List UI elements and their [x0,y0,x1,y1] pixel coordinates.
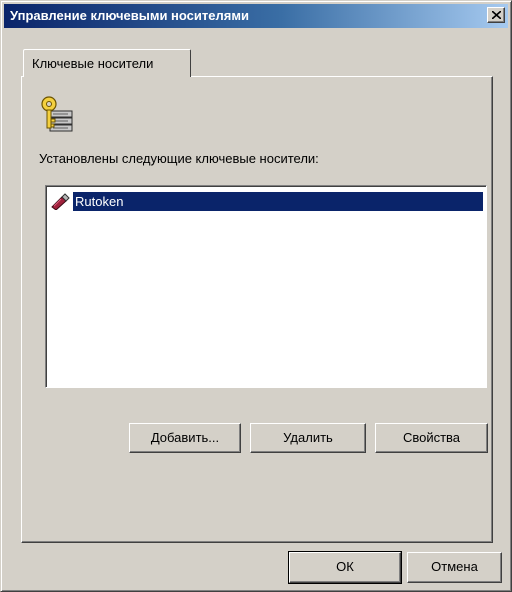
title-bar[interactable]: Управление ключевыми носителями [4,4,508,28]
key-carriers-list[interactable]: Rutoken [45,185,487,388]
remove-button[interactable]: Удалить [250,423,366,453]
tab-panel: Установлены следующие ключевые носители:… [21,76,493,543]
key-storage-icon [41,96,73,132]
cancel-button[interactable]: Отмена [407,552,502,583]
dialog-window: Управление ключевыми носителями Ключевые… [0,0,512,592]
list-item-rutoken[interactable]: Rutoken [49,192,483,211]
tab-key-carriers-label: Ключевые носители [32,56,154,71]
installed-devices-label: Установлены следующие ключевые носители: [39,151,319,166]
window-title: Управление ключевыми носителями [10,8,249,23]
close-button[interactable] [487,7,505,23]
rutoken-usb-key-icon [51,193,70,210]
tab-key-carriers[interactable]: Ключевые носители [23,49,191,77]
device-name: Rutoken [73,192,483,211]
close-x-icon [492,11,501,19]
properties-button[interactable]: Свойства [375,423,488,453]
ok-button[interactable]: ОК [288,551,402,584]
add-button[interactable]: Добавить... [129,423,241,453]
